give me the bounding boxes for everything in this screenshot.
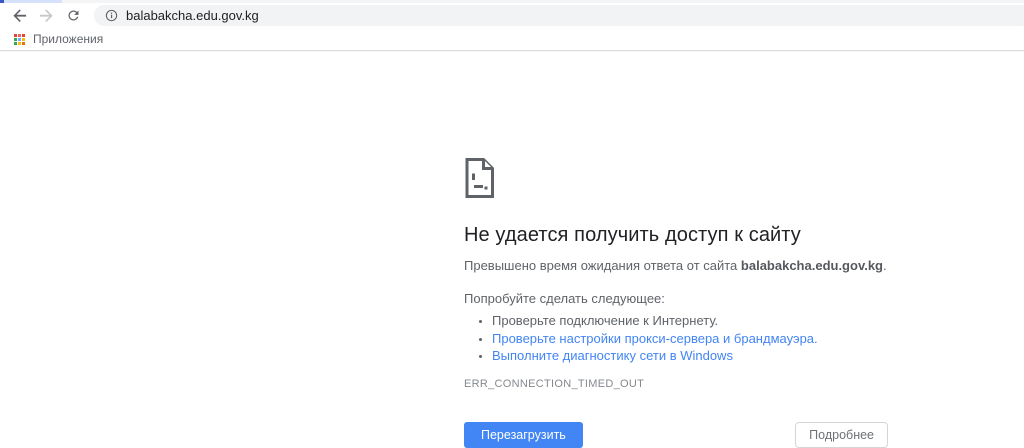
suggestion-item-diagnostics: Выполните диагностику сети в Windows	[492, 347, 888, 365]
address-bar[interactable]: balabakcha.edu.gov.kg	[94, 5, 1024, 26]
suggestion-item-proxy: Проверьте настройки прокси-сервера и бра…	[492, 330, 888, 348]
arrow-left-icon	[12, 8, 27, 23]
button-row: Перезагрузить Подробнее	[464, 422, 888, 448]
network-diagnostics-link[interactable]: Выполните диагностику сети в Windows	[492, 348, 733, 363]
browser-toolbar: balabakcha.edu.gov.kg	[0, 3, 1024, 28]
page-content: Не удается получить доступ к сайту Превы…	[0, 52, 1024, 445]
suggestions-list: Проверьте подключение к Интернету. Прове…	[464, 312, 888, 365]
error-description: Превышено время ожидания ответа от сайта…	[464, 257, 888, 275]
bookmark-label: Приложения	[33, 32, 103, 46]
url-text[interactable]: balabakcha.edu.gov.kg	[126, 5, 259, 26]
error-title: Не удается получить доступ к сайту	[464, 224, 888, 247]
bookmarks-bar: Приложения	[0, 28, 1024, 51]
browser-window: balabakcha.edu.gov.kg Приложения Не удае…	[0, 0, 1024, 51]
tab-strip-remnant	[4, 0, 62, 3]
suggestion-text: Проверьте подключение к Интернету.	[492, 313, 718, 328]
apps-grid-icon	[14, 34, 25, 45]
site-info-icon[interactable]	[105, 9, 118, 22]
refresh-icon	[66, 8, 81, 23]
details-button[interactable]: Подробнее	[795, 422, 888, 448]
error-page: Не удается получить доступ к сайту Превы…	[464, 158, 888, 448]
suggestions-title: Попробуйте сделать следующее:	[464, 291, 888, 306]
back-button[interactable]	[6, 5, 33, 27]
reload-button[interactable]	[60, 5, 87, 27]
error-description-prefix: Превышено время ожидания ответа от сайта	[464, 258, 741, 273]
window-top-edge	[0, 0, 1024, 3]
reload-page-button[interactable]: Перезагрузить	[464, 422, 583, 448]
error-code: ERR_CONNECTION_TIMED_OUT	[464, 378, 888, 390]
sad-file-icon	[464, 158, 494, 198]
error-description-suffix: .	[883, 258, 887, 273]
suggestion-item-connection: Проверьте подключение к Интернету.	[492, 312, 888, 330]
forward-button[interactable]	[33, 5, 60, 27]
error-domain: balabakcha.edu.gov.kg	[741, 258, 883, 273]
bookmark-apps[interactable]: Приложения	[10, 30, 107, 48]
arrow-right-icon	[39, 8, 54, 23]
proxy-settings-link[interactable]: Проверьте настройки прокси-сервера и бра…	[492, 331, 818, 346]
